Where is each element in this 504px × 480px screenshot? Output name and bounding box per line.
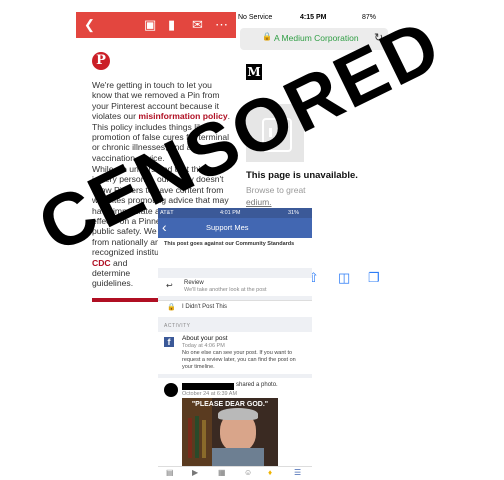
clock: 4:15 PM (300, 14, 327, 21)
marketplace-icon[interactable]: ▦ (218, 468, 226, 477)
battery-label: 87% (362, 14, 377, 21)
mail-icon[interactable]: ✉ (192, 16, 203, 34)
email-toolbar: ❮ ▣ ▮ ✉ ⋯ (76, 12, 236, 38)
back-icon[interactable]: ‹ (162, 219, 167, 235)
about-time: Today at 4:06 PM (182, 343, 225, 349)
watch-icon[interactable]: ▶ (192, 468, 198, 477)
notice-card: This post goes against our Community Sta… (158, 238, 312, 268)
meme-photo[interactable]: "PLEASE DEAR GOD." (182, 398, 278, 470)
didnt-post-row[interactable]: 🔒 I Didn't Post This (158, 300, 312, 317)
archive-icon[interactable]: ▣ (144, 16, 156, 34)
about-text: No one else can see your post. If you wa… (182, 350, 296, 370)
fb-nav-bar: ‹ Support Mes (158, 218, 312, 238)
fb-clock: 4:01 PM (220, 210, 241, 216)
lock-icon: 🔒 (167, 304, 176, 311)
facebook-logo: f (164, 337, 174, 347)
tabs-icon[interactable]: ❐ (368, 270, 380, 286)
unavailable-subtext: Browse to great edium. (246, 185, 306, 207)
reply-icon: ↩ (166, 281, 173, 290)
more-icon[interactable]: ⋯ (215, 16, 228, 34)
fb-battery: 31% (288, 210, 300, 216)
carrier-label: No Service (238, 14, 273, 21)
status-bar: No Service 4:15 PM 87% (236, 12, 392, 26)
lock-icon: 🔒 (262, 32, 272, 41)
about-title: About your post (182, 335, 228, 342)
email-line: We're getting in touch to let you (92, 80, 212, 90)
activity-heading: ACTIVITY (164, 323, 191, 329)
nav-title: Support Mes (206, 223, 249, 232)
shared-label: shared a photo. (236, 382, 278, 388)
notice-text: This post goes against our Community Sta… (164, 241, 295, 247)
news-feed-icon[interactable]: ▤ (166, 468, 174, 477)
cdc-link[interactable]: CDC (92, 258, 111, 268)
review-label: Review (184, 280, 204, 286)
menu-icon[interactable]: ☰ (294, 468, 301, 477)
fb-tab-bar: ▤ ▶ ▦ ☺ ♦ ☰ (158, 466, 312, 480)
about-post-card: f About your post Today at 4:06 PM No on… (158, 332, 312, 374)
unavailable-title: This page is unavailable. (246, 170, 358, 181)
didnt-post-label: I Didn't Post This (182, 304, 228, 310)
shared-time: October 24 at 6:39 AM (182, 391, 238, 397)
email-line: know that we removed a Pin from (92, 90, 220, 101)
medium-link[interactable]: edium. (246, 197, 272, 207)
pinterest-logo: P (92, 52, 110, 70)
profile-icon[interactable]: ☺ (244, 468, 252, 477)
meme-caption: "PLEASE DEAR GOD." (191, 401, 269, 408)
notifications-icon[interactable]: ♦ (268, 468, 272, 477)
back-icon[interactable]: ❮ (84, 16, 95, 34)
trash-icon[interactable]: ▮ (168, 16, 175, 34)
review-subtext: We'll take another look at the post (184, 287, 267, 293)
bookmarks-icon[interactable]: ◫ (338, 270, 350, 286)
redacted-name (182, 383, 234, 390)
avatar (164, 383, 178, 397)
review-row[interactable]: ↩ Review We'll take another look at the … (158, 278, 312, 296)
medium-logo: M (246, 64, 262, 80)
facebook-panel: AT&T 4:01 PM 31% ‹ Support Mes This post… (158, 208, 312, 480)
